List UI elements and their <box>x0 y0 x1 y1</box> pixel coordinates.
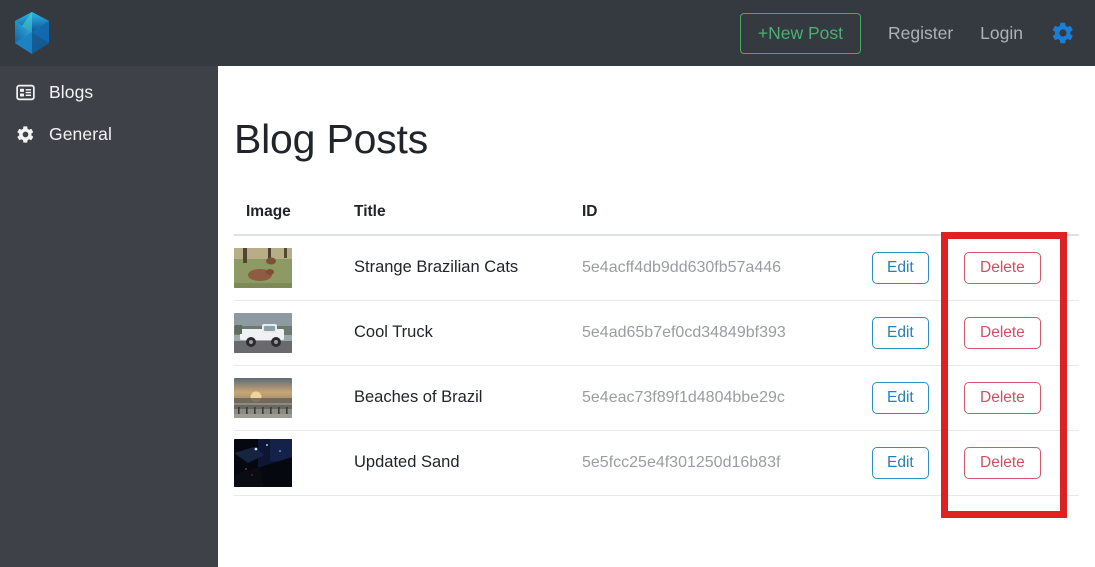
table-header-row: Image Title ID <box>234 203 1079 236</box>
post-id: 5e5fcc25e4f301250d16b83f <box>582 430 872 496</box>
post-id: 5e4ad65b7ef0cd34849bf393 <box>582 300 872 366</box>
column-header-edit-actions <box>872 203 964 236</box>
delete-button[interactable]: Delete <box>964 251 1041 284</box>
top-navigation-bar: +New Post Register Login <box>0 0 1095 66</box>
blog-posts-table: Image Title ID Strange Brazilian Cats 5e… <box>234 203 1079 496</box>
edit-button[interactable]: Edit <box>872 251 929 284</box>
table-header: Image Title ID <box>234 203 1079 236</box>
page-title: Blog Posts <box>234 116 428 162</box>
edit-action-cell: Edit <box>872 365 964 431</box>
delete-action-cell: Delete <box>964 365 1079 431</box>
column-header-image: Image <box>234 203 354 236</box>
post-thumbnail-cell <box>234 430 354 496</box>
new-post-button[interactable]: +New Post <box>739 12 861 54</box>
sidebar-item-label: General <box>49 124 112 144</box>
gem-logo-icon <box>15 12 49 54</box>
sidebar-item-general[interactable]: General <box>0 114 218 155</box>
post-id: 5e4acff4db9dd630fb57a446 <box>582 235 872 301</box>
post-thumbnail-cell <box>234 365 354 431</box>
edit-action-cell: Edit <box>872 430 964 496</box>
edit-action-cell: Edit <box>872 300 964 366</box>
delete-button[interactable]: Delete <box>964 446 1041 479</box>
delete-action-cell: Delete <box>964 300 1079 366</box>
post-thumbnail-image <box>234 377 292 418</box>
delete-button[interactable]: Delete <box>964 381 1041 414</box>
delete-action-cell: Delete <box>964 430 1079 496</box>
main-content: Blog Posts Image Title ID Strange Brazil… <box>218 66 1095 567</box>
post-thumbnail-cell <box>234 235 354 301</box>
sidebar: Blogs General <box>0 66 218 567</box>
login-link[interactable]: Login <box>980 23 1023 44</box>
sidebar-item-label: Blogs <box>49 82 94 102</box>
table-row: Cool Truck 5e4ad65b7ef0cd34849bf393 Edit… <box>234 300 1079 366</box>
edit-button[interactable]: Edit <box>872 446 929 479</box>
top-nav-actions: +New Post Register Login <box>739 0 1077 66</box>
post-thumbnail-image <box>234 312 292 353</box>
gear-icon <box>17 126 34 143</box>
table-row: Beaches of Brazil 5e4eac73f89f1d4804bbe2… <box>234 365 1079 431</box>
edit-button[interactable]: Edit <box>872 381 929 414</box>
column-header-delete-actions <box>964 203 1079 236</box>
edit-button[interactable]: Edit <box>872 316 929 349</box>
brand-logo-link[interactable] <box>0 0 218 66</box>
post-title: Cool Truck <box>354 300 582 366</box>
column-header-id: ID <box>582 203 872 236</box>
gear-icon[interactable] <box>1051 21 1075 45</box>
list-layout-icon <box>16 84 35 101</box>
post-thumbnail-cell <box>234 300 354 366</box>
post-title: Strange Brazilian Cats <box>354 235 582 301</box>
post-title: Updated Sand <box>354 430 582 496</box>
table-body: Strange Brazilian Cats 5e4acff4db9dd630f… <box>234 235 1079 496</box>
app-root: +New Post Register Login Blogs General B… <box>0 0 1095 567</box>
delete-button[interactable]: Delete <box>964 316 1041 349</box>
post-title: Beaches of Brazil <box>354 365 582 431</box>
column-header-title: Title <box>354 203 582 236</box>
post-id: 5e4eac73f89f1d4804bbe29c <box>582 365 872 431</box>
post-thumbnail-image <box>234 247 292 288</box>
register-link[interactable]: Register <box>888 23 953 44</box>
table-row: Updated Sand 5e5fcc25e4f301250d16b83f Ed… <box>234 430 1079 496</box>
delete-action-cell: Delete <box>964 235 1079 301</box>
table-row: Strange Brazilian Cats 5e4acff4db9dd630f… <box>234 235 1079 301</box>
edit-action-cell: Edit <box>872 235 964 301</box>
sidebar-item-blogs[interactable]: Blogs <box>0 72 218 113</box>
post-thumbnail-image <box>234 438 292 487</box>
